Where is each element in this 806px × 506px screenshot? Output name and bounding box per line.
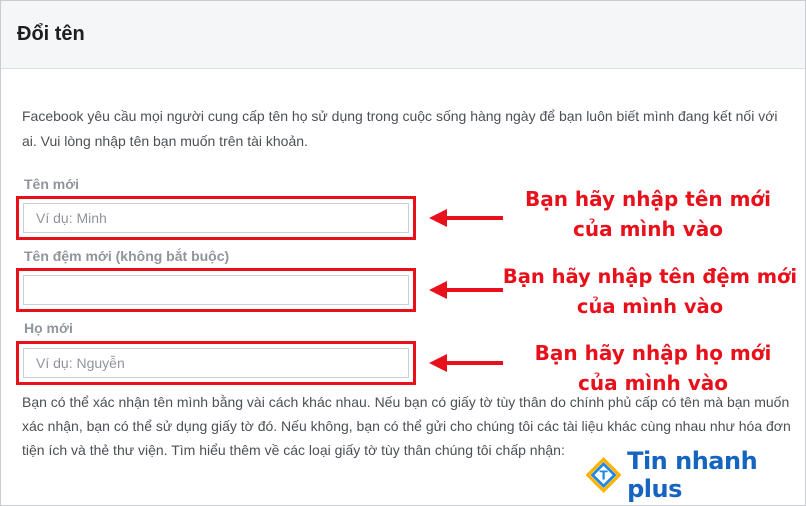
arrow-left-icon — [429, 281, 503, 299]
annotation-line: Bạn hãy nhập tên mới — [524, 187, 772, 211]
middle-name-highlight — [16, 268, 416, 312]
middle-name-input[interactable] — [23, 275, 409, 305]
first-name-label: Tên mới — [24, 176, 80, 192]
intro-text: Facebook yêu cầu mọi người cung cấp tên … — [22, 108, 778, 149]
last-name-highlight — [16, 341, 416, 385]
first-name-highlight — [16, 196, 416, 240]
last-name-annotation: Bạn hãy nhập họ mới của mình vào — [525, 338, 781, 398]
first-name-input[interactable] — [23, 203, 409, 233]
dialog-header: Đổi tên — [1, 1, 805, 69]
brand-name: Tin nhanh plus — [627, 447, 758, 503]
middle-name-label: Tên đệm mới (không bắt buộc) — [24, 248, 230, 264]
tinnhanhplus-logo-icon: T — [586, 457, 622, 493]
dialog-title: Đổi tên — [17, 23, 85, 45]
last-name-input[interactable] — [23, 348, 409, 378]
svg-text:T: T — [599, 469, 608, 483]
annotation-line: của mình vào — [573, 217, 723, 241]
arrow-left-icon — [429, 209, 503, 227]
change-name-dialog: Đổi tên Facebook yêu cầu mọi người cung … — [0, 0, 806, 506]
annotation-line: của mình vào — [576, 295, 724, 318]
watermark: T Tin nhanh plus — [586, 447, 805, 503]
arrow-left-icon — [429, 354, 503, 372]
last-name-label: Họ mới — [24, 320, 73, 336]
annotation-line: Bạn hãy nhập họ mới — [534, 341, 772, 365]
first-name-annotation: Bạn hãy nhập tên mới của mình vào — [517, 184, 779, 244]
middle-name-annotation: Bạn hãy nhập tên đệm mới của mình vào — [498, 262, 802, 322]
annotation-line: Bạn hãy nhập tên đệm mới — [502, 265, 798, 288]
